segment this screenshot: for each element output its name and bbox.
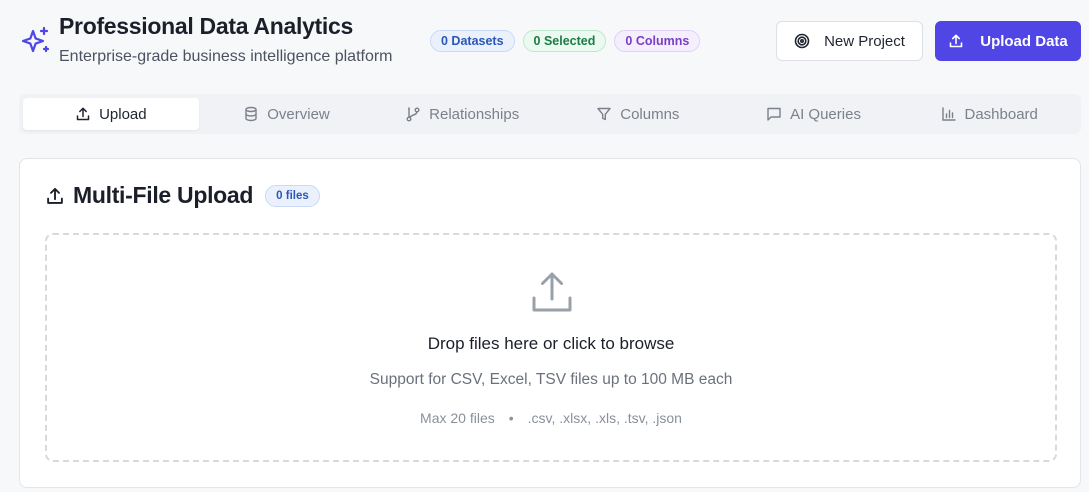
max-files-text: Max 20 files — [420, 410, 495, 426]
dropzone-meta: Max 20 files • .csv, .xlsx, .xls, .tsv, … — [47, 410, 1055, 426]
tab-label: Upload — [99, 105, 147, 123]
tab-overview[interactable]: Overview — [199, 98, 375, 130]
upload-card: Multi-File Upload 0 files Drop files her… — [19, 158, 1081, 488]
upload-data-button[interactable]: Upload Data — [935, 21, 1081, 61]
dropzone-title: Drop files here or click to browse — [427, 334, 675, 353]
upload-data-label: Upload Data — [980, 32, 1068, 50]
upload-icon — [949, 34, 963, 48]
upload-card-header: Multi-File Upload 0 files — [45, 182, 320, 209]
tab-label: Columns — [620, 105, 680, 123]
upload-icon — [47, 187, 63, 204]
message-square-icon — [767, 107, 781, 121]
tab-relationships[interactable]: Relationships — [374, 98, 550, 130]
target-icon — [794, 33, 810, 49]
sparkles-icon — [21, 26, 50, 53]
upload-card-title: Multi-File Upload — [73, 182, 254, 208]
stats-badges: 0 Datasets 0 Selected 0 Columns — [430, 30, 701, 52]
tab-columns[interactable]: Columns — [550, 98, 726, 130]
file-dropzone[interactable]: Drop files here or click to browse Suppo… — [45, 233, 1057, 462]
app-title: Professional Data Analytics — [59, 13, 353, 39]
git-branch-icon — [406, 107, 420, 122]
tab-dashboard[interactable]: Dashboard — [901, 98, 1077, 130]
tab-upload[interactable]: Upload — [23, 98, 199, 130]
tab-label: Overview — [267, 105, 330, 123]
datasets-badge: 0 Datasets — [430, 30, 515, 52]
dropzone-subtitle: Support for CSV, Excel, TSV files up to … — [369, 371, 733, 388]
tab-label: Dashboard — [964, 105, 1038, 123]
new-project-label: New Project — [824, 32, 905, 50]
files-count-badge: 0 files — [265, 184, 320, 207]
bar-chart-icon — [941, 107, 956, 121]
new-project-button[interactable]: New Project — [776, 21, 923, 61]
upload-icon — [76, 107, 90, 121]
database-icon — [245, 106, 257, 122]
tab-label: Relationships — [429, 105, 520, 123]
tab-label: AI Queries — [790, 105, 861, 123]
tab-ai-queries[interactable]: AI Queries — [726, 98, 902, 130]
selected-badge: 0 Selected — [522, 30, 607, 52]
separator-dot: • — [508, 410, 514, 426]
upload-icon — [532, 272, 572, 312]
main-tabs: Upload Overview Relationships Columns AI… — [19, 94, 1081, 134]
columns-badge: 0 Columns — [614, 30, 701, 52]
supported-formats-text: .csv, .xlsx, .xls, .tsv, .json — [527, 410, 682, 426]
filter-icon — [597, 107, 611, 121]
app-subtitle: Enterprise-grade business intelligence p… — [59, 48, 393, 65]
app-header: Professional Data Analytics Enterprise-g… — [0, 0, 1089, 82]
